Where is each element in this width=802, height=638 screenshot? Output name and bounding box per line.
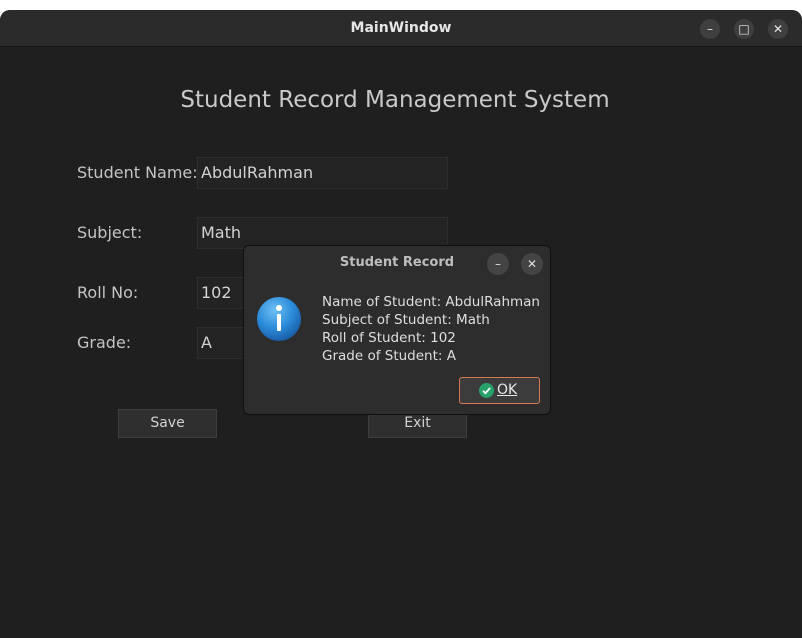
roll-no-label: Roll No: [77,283,139,302]
dialog-close-button[interactable]: ✕ [521,253,543,275]
minimize-icon: – [495,257,501,271]
subject-label: Subject: [77,223,143,242]
dialog-title-bar[interactable]: Student Record – ✕ [244,246,550,280]
check-icon [479,383,494,402]
dialog-minimize-button[interactable]: – [487,253,509,275]
save-button[interactable]: Save [118,409,217,438]
message-line: Grade of Student: A [322,348,456,364]
window-title: MainWindow [350,20,452,36]
close-icon: ✕ [772,22,784,36]
student-record-dialog: Student Record – ✕ Name of Student: Abdu… [243,245,551,415]
dialog-message: Name of Student: AbdulRahman Subject of … [322,293,540,365]
maximize-button[interactable]: □ [734,19,754,39]
grade-label: Grade: [77,333,132,352]
information-icon [256,296,302,346]
maximize-icon: □ [738,22,750,36]
student-name-label: Student Name: [77,163,198,182]
minimize-button[interactable]: – [700,19,720,39]
ok-label: OK [497,382,518,398]
student-name-input[interactable]: AbdulRahman [197,157,448,189]
message-line: Subject of Student: Math [322,312,490,328]
page-title: Student Record Management System [180,87,610,113]
close-button[interactable]: ✕ [768,19,788,39]
message-line: Roll of Student: 102 [322,330,456,346]
close-icon: ✕ [526,257,538,271]
title-bar[interactable]: MainWindow – □ ✕ [0,10,802,47]
ok-button[interactable]: OK [459,377,540,404]
message-line: Name of Student: AbdulRahman [322,294,540,310]
minimize-icon: – [707,22,713,36]
